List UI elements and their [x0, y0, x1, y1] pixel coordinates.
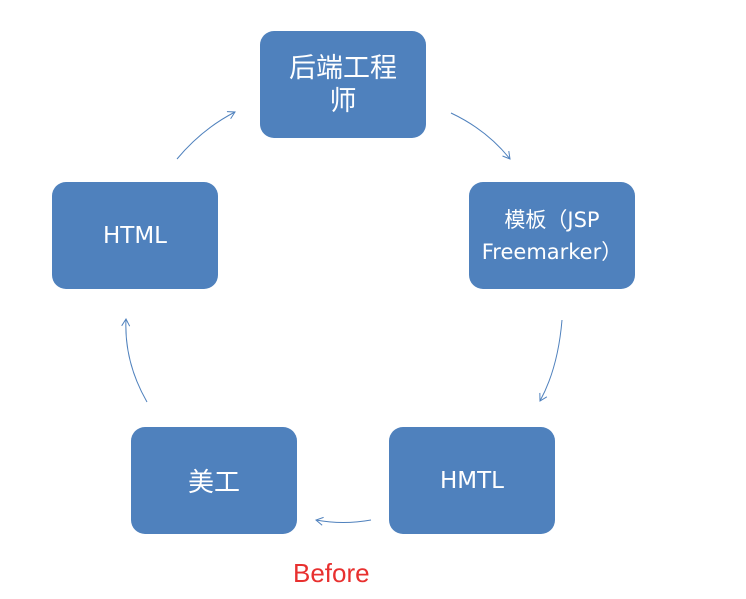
node-designer-label: 美工 [187, 468, 240, 498]
arrow-designer-to-html [121, 317, 148, 403]
arrow-template-to-hmtl [539, 319, 563, 402]
node-backend-engineer-label: 后端工程 师 [289, 52, 397, 117]
node-designer: 美工 [131, 427, 297, 534]
node-template-label: 模板（JSP Freemarker） [481, 207, 623, 264]
node-hmtl-label: HMTL [439, 467, 504, 494]
node-html-label: HTML [102, 222, 167, 249]
node-hmtl: HMTL [389, 427, 555, 534]
node-backend-engineer: 后端工程 师 [260, 31, 426, 138]
node-template: 模板（JSP Freemarker） [469, 182, 635, 289]
node-html: HTML [52, 182, 218, 289]
arrow-hmtl-to-designer [315, 516, 372, 526]
arrow-backend-to-template [450, 112, 511, 160]
caption-before: Before [293, 558, 370, 588]
arrow-html-to-backend [176, 111, 236, 160]
